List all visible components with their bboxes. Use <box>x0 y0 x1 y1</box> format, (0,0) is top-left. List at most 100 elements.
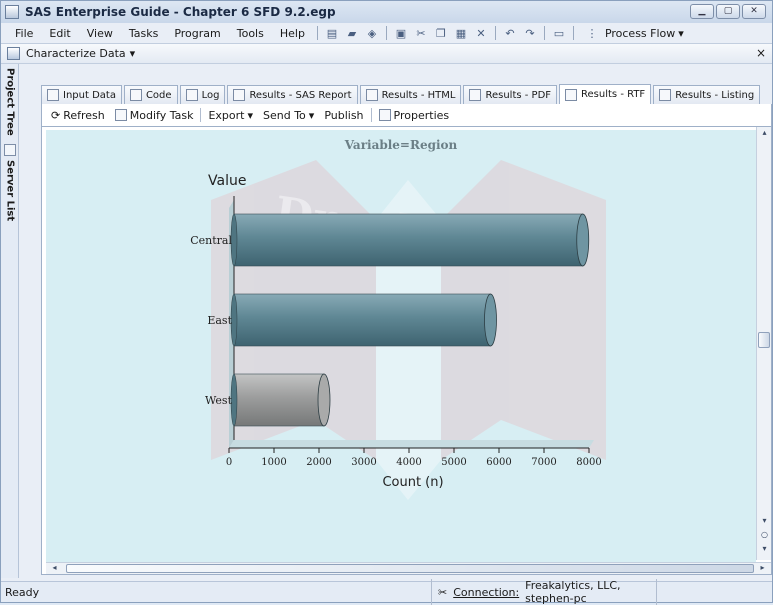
scroll-up-icon[interactable]: ▾ <box>758 515 771 527</box>
bar-cap-central <box>576 213 590 267</box>
chevron-down-icon: ▾ <box>247 108 253 122</box>
vertical-scrollbar[interactable]: ▴ ▾ ○ ▾ <box>756 127 771 560</box>
menu-program[interactable]: Program <box>166 27 228 40</box>
window-icon[interactable]: ▭ <box>551 26 567 40</box>
publish-button[interactable]: Publish <box>319 109 368 122</box>
toolbar-separator <box>385 26 387 40</box>
server-icon[interactable]: ◈ <box>364 26 380 40</box>
tab-label: Results - RTF <box>581 89 646 100</box>
redo-icon[interactable]: ↷ <box>522 26 538 40</box>
menu-help[interactable]: Help <box>272 27 313 40</box>
toolbar-separator <box>200 108 202 122</box>
tab-results-rtf[interactable]: Results - RTF <box>559 84 652 104</box>
tab-results-sas-report[interactable]: Results - SAS Report <box>227 85 358 104</box>
x-tick-label: 3000 <box>351 457 376 468</box>
project-tree-label: Project Tree <box>4 68 16 136</box>
properties-button[interactable]: Properties <box>374 109 455 122</box>
bar-cap-west <box>317 373 331 427</box>
paste-icon[interactable]: ▦ <box>453 26 469 40</box>
close-task-icon[interactable]: × <box>756 46 766 60</box>
tab-results-html[interactable]: Results - HTML <box>359 85 462 104</box>
send-to-button[interactable]: Send To ▾ <box>258 109 319 122</box>
tab-results-pdf[interactable]: Results - PDF <box>463 85 558 104</box>
axis-floor <box>229 440 594 448</box>
category-label: East <box>207 314 232 327</box>
x-tick-label: 8000 <box>576 457 601 468</box>
bar-chart: DropBooks 010002000300040005000600070008… <box>190 138 606 500</box>
x-tick-label: 0 <box>226 457 232 468</box>
x-tick-label: 7000 <box>531 457 556 468</box>
tab-results-listing[interactable]: Results - Listing <box>653 85 761 104</box>
undo-icon[interactable]: ↶ <box>502 26 518 40</box>
x-axis-title: Count (n) <box>382 475 443 490</box>
copy-icon[interactable]: ❐ <box>433 26 449 40</box>
task-title[interactable]: Characterize Data <box>26 47 126 60</box>
tab-log[interactable]: Log <box>179 85 226 104</box>
menu-view[interactable]: View <box>79 27 121 40</box>
table-icon <box>47 89 59 101</box>
server-list-tab[interactable]: Server List <box>2 144 18 234</box>
window-title: SAS Enterprise Guide - Chapter 6 SFD 9.2… <box>25 5 336 19</box>
sas-app-icon <box>5 5 19 19</box>
status-text: Ready <box>5 585 40 599</box>
horizontal-scroll-thumb[interactable] <box>66 564 754 573</box>
publish-label: Publish <box>324 108 364 122</box>
bar-west <box>233 373 325 427</box>
modify-task-button[interactable]: Modify Task <box>110 109 199 122</box>
cut-icon[interactable]: ✂ <box>413 26 429 40</box>
category-label: Central <box>190 234 232 247</box>
server-list-label: Server List <box>4 160 16 222</box>
toolbar-separator <box>543 26 545 40</box>
toolbar-separator <box>370 108 372 122</box>
tab-label: Log <box>201 89 220 101</box>
refresh-button[interactable]: ⟳ Refresh <box>46 109 110 122</box>
tab-label: Results - HTML <box>381 89 456 101</box>
scroll-down-icon[interactable]: ▾ <box>758 543 771 555</box>
project-tree-tab[interactable]: Project Tree <box>2 68 18 138</box>
properties-icon <box>378 109 391 121</box>
chevron-down-icon[interactable]: ▾ <box>130 47 136 60</box>
listing-icon <box>659 89 672 101</box>
scroll-select-icon[interactable]: ○ <box>758 529 771 541</box>
app-window: SAS Enterprise Guide - Chapter 6 SFD 9.2… <box>0 0 773 605</box>
process-flow-label: Process Flow <box>604 26 676 40</box>
close-window-button[interactable]: ✕ <box>742 4 766 19</box>
menu-edit[interactable]: Edit <box>41 27 78 40</box>
bar-central <box>233 213 584 267</box>
chevron-down-icon: ▾ <box>308 108 315 122</box>
connection-icon: ✂ <box>438 585 448 599</box>
title-bar: SAS Enterprise Guide - Chapter 6 SFD 9.2… <box>1 1 772 23</box>
x-tick-label: 5000 <box>441 457 466 468</box>
menu-file[interactable]: File <box>7 27 41 40</box>
horizontal-scrollbar[interactable]: ◂ ▸ <box>46 562 771 574</box>
y-axis-title: Value <box>208 173 246 189</box>
log-icon <box>185 89 198 101</box>
window-controls: ▁ ▢ ✕ <box>690 4 766 19</box>
process-flow-button[interactable]: ⋮ Process Flow ▾ <box>578 26 688 40</box>
print-icon[interactable]: ▣ <box>393 26 409 40</box>
bar-cap-east <box>484 293 497 347</box>
left-dock: Project Tree Server List <box>1 64 19 578</box>
results-content: DropBooks 010002000300040005000600070008… <box>41 126 772 575</box>
vertical-scroll-thumb[interactable] <box>758 332 770 348</box>
new-icon[interactable]: ▤ <box>324 26 340 40</box>
rtf-icon <box>565 88 578 101</box>
x-tick-label: 2000 <box>306 457 331 468</box>
x-tick-label: 4000 <box>396 457 421 468</box>
task-header: Characterize Data ▾ × <box>1 43 772 64</box>
minimize-button[interactable]: ▁ <box>690 4 714 19</box>
scroll-left-icon[interactable]: ◂ <box>48 562 61 574</box>
scroll-right-icon[interactable]: ▸ <box>756 562 769 574</box>
menu-bar: File Edit View Tasks Program Tools Help … <box>1 23 772 43</box>
export-button[interactable]: Export ▾ <box>203 109 258 122</box>
maximize-button[interactable]: ▢ <box>716 4 740 19</box>
results-toolbar: ⟳ Refresh Modify Task Export ▾ Send To ▾… <box>41 104 772 126</box>
connection-link[interactable]: Connection: <box>453 586 519 599</box>
tab-code[interactable]: Code <box>123 85 178 104</box>
scroll-up-icon[interactable]: ▴ <box>758 127 771 139</box>
tab-input-data[interactable]: Input Data <box>41 85 122 104</box>
open-icon[interactable]: ▰ <box>344 26 360 40</box>
delete-icon[interactable]: ✕ <box>473 26 489 40</box>
menu-tools[interactable]: Tools <box>229 27 272 40</box>
menu-tasks[interactable]: Tasks <box>121 27 166 40</box>
